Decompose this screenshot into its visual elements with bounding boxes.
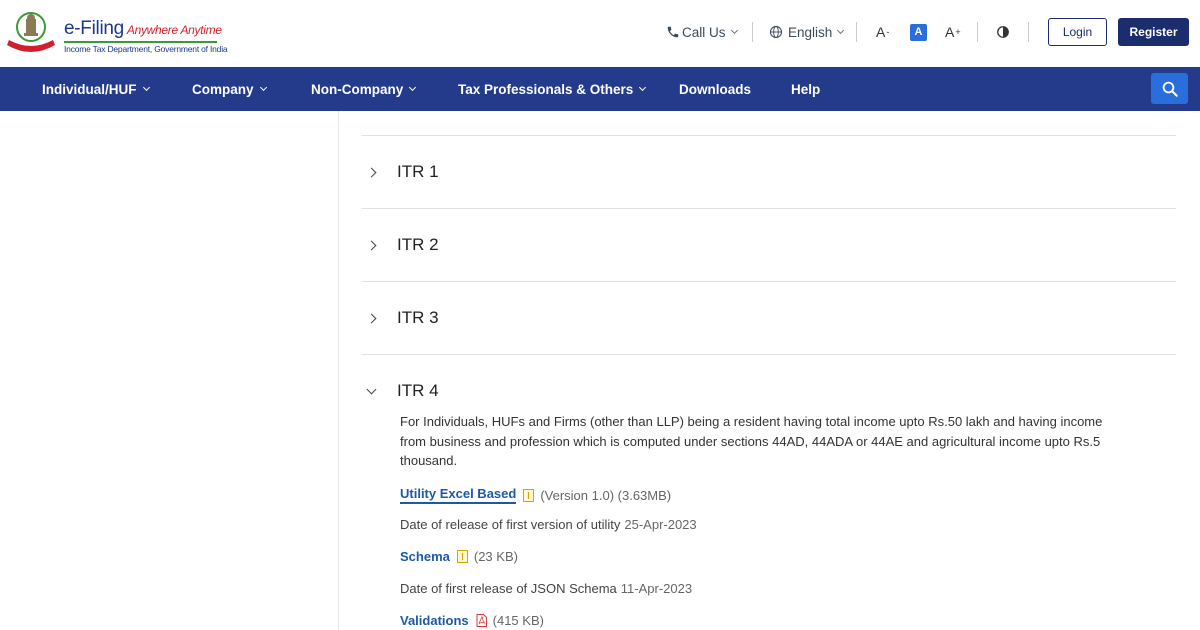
nav-item-help[interactable]: Help: [791, 67, 820, 111]
chevron-down-icon: [837, 26, 845, 35]
schema-release-date: 11-Apr-2023: [620, 581, 693, 596]
accordion-divider: [362, 135, 1176, 136]
accordion-item-itr2[interactable]: ITR 2: [362, 230, 439, 260]
font-increase-button[interactable]: A +: [945, 0, 961, 64]
utility-meta: (Version 1.0) (3.63MB): [540, 487, 672, 503]
font-default-button[interactable]: A: [910, 0, 927, 64]
contrast-icon: [997, 26, 1009, 38]
chevron-right-icon: [366, 167, 377, 177]
accordion-title: ITR 2: [397, 235, 439, 254]
emblem-icon: [7, 12, 55, 52]
top-header: e-Filing Anywhere Anytime Income Tax Depa…: [0, 0, 1200, 67]
chevron-down-icon: [259, 83, 267, 92]
chevron-down-icon: [730, 26, 738, 35]
phone-icon: [667, 26, 679, 38]
font-default-label: A: [910, 23, 927, 41]
utility-release-row: Date of release of first version of util…: [400, 517, 697, 532]
utility-excel-link[interactable]: Utility Excel Based: [400, 486, 517, 504]
font-increase-label: A: [945, 24, 955, 40]
schema-row: Schema (23 KB): [400, 549, 518, 564]
utility-row: Utility Excel Based (Version 1.0) (3.63M…: [400, 486, 671, 504]
schema-release-label: Date of first release of JSON Schema: [400, 581, 617, 596]
accordion-title: ITR 1: [397, 162, 439, 181]
font-decrease-button[interactable]: A-: [876, 0, 889, 64]
register-button[interactable]: Register: [1118, 18, 1189, 46]
itr4-description: For Individuals, HUFs and Firms (other t…: [400, 414, 1103, 469]
divider: [977, 22, 978, 42]
accordion-title: ITR 4: [397, 381, 439, 400]
accordion-title: ITR 3: [397, 308, 439, 327]
nav-label: Help: [791, 81, 821, 97]
accordion-divider: [362, 208, 1176, 209]
schema-link[interactable]: Schema: [400, 549, 450, 564]
nav-label: Downloads: [679, 81, 752, 97]
chevron-down-icon: [639, 83, 647, 92]
nav-label: Individual/HUF: [42, 81, 137, 97]
nav-label: Non-Company: [311, 81, 404, 97]
brand-underline: [64, 41, 217, 43]
accordion-item-itr1[interactable]: ITR 1: [362, 157, 439, 187]
nav-label: Company: [192, 81, 254, 97]
divider: [752, 22, 753, 42]
globe-icon: [769, 25, 783, 39]
pdf-icon: [476, 614, 487, 627]
chevron-right-icon: [366, 313, 377, 323]
font-decrease-label: A: [876, 24, 886, 40]
nav-label: Tax Professionals & Others: [458, 81, 634, 97]
nav-item-company[interactable]: Company: [192, 67, 267, 111]
search-icon: [1162, 81, 1178, 97]
language-dropdown[interactable]: English: [769, 0, 845, 64]
brand-tagline: Anywhere Anytime: [126, 23, 222, 37]
nav-item-tax-professionals[interactable]: Tax Professionals & Others: [458, 67, 647, 111]
validations-meta: (415 KB): [492, 613, 544, 628]
nav-item-non-company[interactable]: Non-Company: [311, 67, 417, 111]
search-button[interactable]: [1151, 73, 1188, 104]
main-nav: Individual/HUF Company Non-Company Tax P…: [0, 67, 1200, 111]
schema-meta: (23 KB): [473, 549, 518, 564]
chevron-right-icon: [366, 240, 377, 250]
utility-release-date: 25-Apr-2023: [624, 517, 697, 532]
language-label: English: [788, 24, 833, 40]
brand-title: e-Filing Anywhere Anytime: [64, 18, 222, 39]
file-icon: [456, 550, 468, 563]
validations-link[interactable]: Validations: [400, 613, 469, 628]
efiling-logo[interactable]: e-Filing Anywhere Anytime Income Tax Depa…: [0, 6, 230, 58]
sidebar-divider: [338, 111, 339, 630]
accordion-item-itr3[interactable]: ITR 3: [362, 303, 439, 333]
chevron-down-icon: [142, 83, 150, 92]
contrast-toggle[interactable]: [996, 0, 1010, 64]
schema-release-row: Date of first release of JSON Schema 11-…: [400, 581, 692, 596]
nav-item-individual-huf[interactable]: Individual/HUF: [42, 67, 150, 111]
accordion-divider: [362, 281, 1176, 282]
nav-item-downloads[interactable]: Downloads: [679, 67, 751, 111]
call-us-label: Call Us: [682, 24, 726, 40]
accordion-divider: [362, 354, 1176, 355]
divider: [1028, 22, 1029, 42]
validations-row: Validations (415 KB): [400, 613, 544, 628]
utility-release-label: Date of release of first version of util…: [400, 517, 621, 532]
chevron-down-icon: [409, 83, 417, 92]
chevron-down-icon: [366, 384, 377, 394]
brand-subtitle: Income Tax Department, Government of Ind…: [64, 44, 228, 54]
accordion-item-itr4[interactable]: ITR 4: [362, 376, 439, 406]
login-button[interactable]: Login: [1048, 18, 1107, 46]
divider: [856, 22, 857, 42]
excel-file-icon: [523, 488, 535, 502]
call-us-dropdown[interactable]: Call Us: [666, 0, 738, 64]
